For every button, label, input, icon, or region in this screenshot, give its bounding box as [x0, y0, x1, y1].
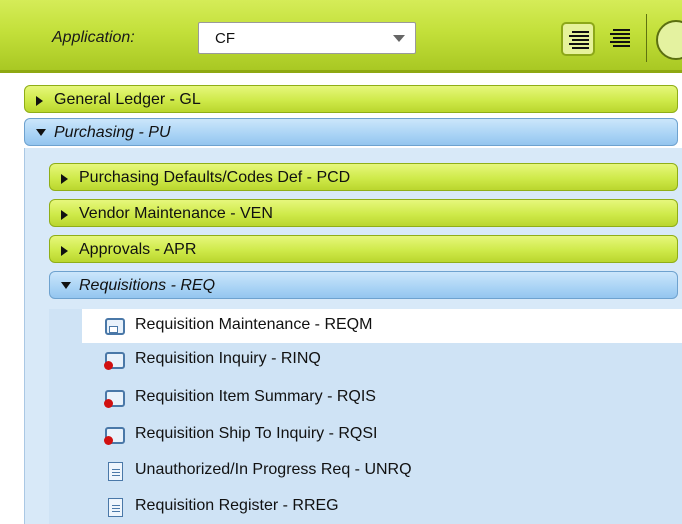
tree-node-label: Purchasing Defaults/Codes Def - PCD	[79, 169, 351, 186]
application-select[interactable]: CF	[198, 22, 416, 54]
outdent-lines-button[interactable]	[604, 22, 638, 56]
expand-arrow-icon	[36, 96, 43, 109]
menu-item-rqis[interactable]: Requisition Item Summary - RQIS	[82, 381, 682, 415]
tree-node-req[interactable]: Requisitions - REQ	[49, 271, 678, 299]
tree-node-purchasing[interactable]: Purchasing - PU	[24, 118, 678, 146]
expand-arrow-icon	[61, 246, 68, 259]
tree-node-general-ledger[interactable]: General Ledger - GL	[24, 85, 678, 113]
menu-item-label: Requisition Ship To Inquiry - RQSI	[135, 425, 378, 442]
alert-window-icon	[104, 427, 125, 445]
menu-item-rinq[interactable]: Requisition Inquiry - RINQ	[82, 343, 682, 377]
document-icon	[108, 498, 123, 517]
menu-item-label: Requisition Register - RREG	[135, 497, 339, 514]
menu-item-rreg[interactable]: Requisition Register - RREG	[82, 490, 682, 524]
menu-item-label: Unauthorized/In Progress Req - UNRQ	[135, 461, 412, 478]
application-bar: Application: CF	[0, 0, 682, 73]
tree-node-label: Approvals - APR	[79, 241, 197, 258]
tree-node-label: General Ledger - GL	[54, 91, 201, 108]
menu-item-label: Requisition Maintenance - REQM	[135, 316, 373, 333]
alert-window-icon	[104, 352, 125, 370]
tree-node-apr[interactable]: Approvals - APR	[49, 235, 678, 263]
outdent-lines-icon	[610, 29, 630, 49]
tree-node-label: Vendor Maintenance - VEN	[79, 205, 273, 222]
tree-node-pcd[interactable]: Purchasing Defaults/Codes Def - PCD	[49, 163, 678, 191]
tree-node-label: Requisitions - REQ	[79, 277, 216, 294]
tree-node-label: Purchasing - PU	[54, 124, 171, 141]
menu-item-label: Requisition Inquiry - RINQ	[135, 350, 321, 367]
menu-item-unrq[interactable]: Unauthorized/In Progress Req - UNRQ	[82, 454, 682, 488]
chevron-down-icon	[393, 35, 405, 42]
menu-item-label: Requisition Item Summary - RQIS	[135, 388, 376, 405]
toolbar-divider	[646, 14, 647, 62]
indent-lines-icon	[569, 31, 589, 51]
menu-item-rqsi[interactable]: Requisition Ship To Inquiry - RQSI	[82, 418, 682, 452]
window-icon	[105, 318, 125, 335]
alert-window-icon	[104, 390, 125, 408]
circle-button-icon[interactable]	[656, 20, 682, 60]
tree-node-ven[interactable]: Vendor Maintenance - VEN	[49, 199, 678, 227]
collapse-arrow-icon	[36, 129, 46, 139]
expand-arrow-icon	[61, 174, 68, 187]
application-select-value: CF	[215, 30, 235, 47]
expand-arrow-icon	[61, 210, 68, 223]
application-label: Application:	[52, 29, 135, 46]
indent-lines-button[interactable]	[561, 22, 595, 56]
collapse-arrow-icon	[61, 282, 71, 292]
document-icon	[108, 462, 123, 481]
menu-item-reqm[interactable]: Requisition Maintenance - REQM	[82, 309, 682, 343]
